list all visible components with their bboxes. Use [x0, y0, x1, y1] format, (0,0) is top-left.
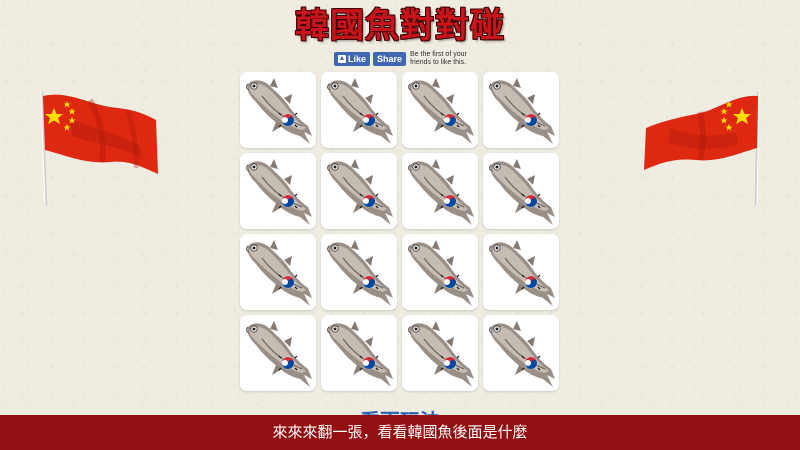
facebook-share-button[interactable]: Share — [373, 52, 407, 66]
share-label: Share — [377, 54, 403, 64]
memory-card[interactable] — [240, 234, 316, 310]
memory-card[interactable] — [321, 153, 397, 229]
facebook-like-button[interactable]: ▲ Like — [334, 52, 371, 66]
memory-card[interactable] — [321, 315, 397, 391]
facebook-social-text: Be the first of your friends to like thi… — [410, 51, 467, 66]
memory-card[interactable] — [402, 315, 478, 391]
memory-card[interactable] — [240, 153, 316, 229]
memory-card[interactable] — [402, 234, 478, 310]
memory-card[interactable] — [483, 153, 559, 229]
facebook-widget: ▲ Like Share Be the first of your friend… — [334, 51, 468, 67]
thumbs-up-icon: ▲ — [338, 55, 346, 63]
china-flag-icon — [640, 88, 770, 208]
memory-card[interactable] — [483, 315, 559, 391]
memory-card[interactable] — [321, 72, 397, 148]
memory-card[interactable] — [240, 72, 316, 148]
memory-card[interactable] — [402, 72, 478, 148]
card-grid — [240, 72, 560, 392]
memory-card[interactable] — [240, 315, 316, 391]
china-flag-icon — [30, 88, 162, 208]
like-label: Like — [348, 54, 367, 64]
memory-card[interactable] — [483, 72, 559, 148]
instruction-banner: 來來來翻一張，看看韓國魚後面是什麼 — [0, 415, 800, 450]
memory-card[interactable] — [402, 153, 478, 229]
memory-card[interactable] — [321, 234, 397, 310]
memory-card[interactable] — [483, 234, 559, 310]
page-title: 韓國魚對對碰 — [295, 6, 505, 46]
